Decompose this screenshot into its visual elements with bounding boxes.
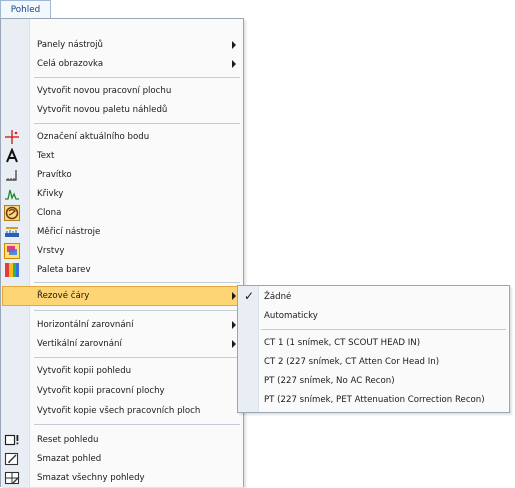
menu-item-copy-view[interactable]: Vytvořit kopii pohledu bbox=[2, 361, 242, 381]
menu-item-copy-workspace[interactable]: Vytvořit kopii pracovní plochy bbox=[2, 381, 242, 401]
menu-item-label: Křivky bbox=[37, 189, 64, 199]
menu-item-label: CT 2 (227 snímek, CT Atten Cor Head In) bbox=[264, 357, 440, 367]
menu-separator bbox=[34, 357, 240, 358]
menu-item-text[interactable]: Text bbox=[2, 146, 242, 166]
menu-item-label: Horizontální zarovnání bbox=[37, 320, 134, 330]
submenu-item-ct2[interactable]: CT 2 (227 snímek, CT Atten Cor Head In) bbox=[239, 352, 508, 372]
menu-item-label: Smazat pohled bbox=[37, 454, 102, 464]
menu-item-label: CT 1 (1 snímek, CT SCOUT HEAD IN) bbox=[264, 338, 421, 348]
menu-item-label: Clona bbox=[37, 208, 62, 218]
menu-item-aperture[interactable]: Clona bbox=[2, 203, 242, 223]
menu-item-label: Měřicí nástroje bbox=[37, 227, 101, 237]
crosshair-icon bbox=[4, 129, 20, 145]
menu-item-label: Panely nástrojů bbox=[37, 40, 103, 50]
menu-item-label: Vytvořit novou paletu náhledů bbox=[37, 105, 168, 115]
slice-lines-submenu: ✓ Žádné Automaticky CT 1 (1 snímek, CT S… bbox=[237, 285, 510, 413]
menu-item-label: Celá obrazovka bbox=[37, 59, 104, 69]
menu-item-label: Vytvořit kopii pracovní plochy bbox=[37, 386, 165, 396]
menu-item-horizontal-align[interactable]: Horizontální zarovnání bbox=[2, 315, 242, 335]
menu-item-label: Automaticky bbox=[264, 311, 318, 321]
checkmark-icon: ✓ bbox=[243, 289, 255, 303]
submenu-item-pt-attenuation[interactable]: PT (227 snímek, PET Attenuation Correcti… bbox=[239, 390, 508, 410]
menu-separator bbox=[261, 329, 506, 330]
submenu-arrow-icon bbox=[232, 60, 236, 68]
delete-all-views-icon bbox=[4, 470, 20, 486]
menu-item-label: Vertikální zarovnání bbox=[37, 339, 122, 349]
menu-item-ruler[interactable]: Pravítko bbox=[2, 165, 242, 185]
menu-item-label: Vytvořit kopii pohledu bbox=[37, 366, 132, 376]
menu-item-label: Řezové čáry bbox=[37, 291, 90, 301]
menu-item-delete-view[interactable]: Smazat pohled bbox=[2, 449, 242, 469]
menu-item-label: Reset pohledu bbox=[37, 435, 99, 445]
menu-separator bbox=[34, 310, 240, 311]
menu-item-curves[interactable]: Křivky bbox=[2, 184, 242, 204]
menu-item-color-palette[interactable]: Paleta barev bbox=[2, 260, 242, 280]
menu-item-vertical-align[interactable]: Vertikální zarovnání bbox=[2, 334, 242, 354]
menu-item-label: Paleta barev bbox=[37, 265, 91, 275]
menu-item-label: Pravítko bbox=[37, 170, 72, 180]
menu-item-delete-all-views[interactable]: Smazat všechny pohledy bbox=[2, 468, 242, 488]
menu-item-fullscreen[interactable]: Celá obrazovka bbox=[2, 54, 242, 74]
menu-item-slice-lines[interactable]: Řezové čáry bbox=[2, 286, 242, 306]
menu-bar: Pohled bbox=[0, 0, 515, 19]
menu-item-toolbars[interactable]: Panely nástrojů bbox=[2, 35, 242, 55]
menu-item-new-thumbnail-palette[interactable]: Vytvořit novou paletu náhledů bbox=[2, 100, 242, 120]
submenu-arrow-icon bbox=[232, 292, 236, 300]
ruler-icon bbox=[4, 167, 20, 183]
submenu-item-none[interactable]: ✓ Žádné bbox=[239, 287, 508, 307]
submenu-item-automatic[interactable]: Automaticky bbox=[239, 306, 508, 326]
submenu-arrow-icon bbox=[232, 321, 236, 329]
menu-item-measurement-tools[interactable]: Měřicí nástroje bbox=[2, 222, 242, 242]
menu-item-label: Vytvořit novou pracovní plochu bbox=[37, 86, 172, 96]
menu-separator bbox=[34, 282, 240, 283]
menu-item-label: Označení aktuálního bodu bbox=[37, 132, 150, 142]
menu-pohled[interactable]: Pohled bbox=[0, 0, 51, 18]
menu-item-label: PT (227 snímek, PET Attenuation Correcti… bbox=[264, 395, 485, 405]
menu-item-label: Vytvořit kopie všech pracovních ploch bbox=[37, 406, 201, 416]
curves-icon bbox=[4, 186, 20, 202]
submenu-item-pt-no-ac[interactable]: PT (227 snímek, No AC Recon) bbox=[239, 371, 508, 391]
menu-item-label: Text bbox=[37, 151, 55, 161]
submenu-arrow-icon bbox=[232, 41, 236, 49]
submenu-arrow-icon bbox=[232, 340, 236, 348]
reset-view-icon bbox=[4, 432, 20, 448]
aperture-icon bbox=[4, 205, 20, 221]
menu-item-new-workspace[interactable]: Vytvořit novou pracovní plochu bbox=[2, 81, 242, 101]
delete-view-icon bbox=[4, 451, 20, 467]
text-icon bbox=[4, 148, 20, 164]
menu-separator bbox=[34, 424, 240, 425]
view-menu-dropdown: Panely nástrojů Celá obrazovka Vytvořit … bbox=[0, 18, 244, 487]
menu-item-reset-view[interactable]: Reset pohledu bbox=[2, 430, 242, 450]
color-palette-icon bbox=[4, 262, 20, 278]
menu-item-copy-all-workspaces[interactable]: Vytvořit kopie všech pracovních ploch bbox=[2, 401, 242, 421]
layers-icon bbox=[4, 243, 20, 259]
submenu-item-ct1[interactable]: CT 1 (1 snímek, CT SCOUT HEAD IN) bbox=[239, 333, 508, 353]
menu-item-label: Žádné bbox=[264, 292, 292, 302]
menu-separator bbox=[34, 123, 240, 124]
menu-item-layers[interactable]: Vrstvy bbox=[2, 241, 242, 261]
menu-item-label: Smazat všechny pohledy bbox=[37, 473, 145, 483]
menu-item-label: Vrstvy bbox=[37, 246, 65, 256]
measure-tools-icon bbox=[4, 224, 20, 240]
menu-item-current-point[interactable]: Označení aktuálního bodu bbox=[2, 127, 242, 147]
menu-item-label: PT (227 snímek, No AC Recon) bbox=[264, 376, 395, 386]
menu-separator bbox=[34, 77, 240, 78]
